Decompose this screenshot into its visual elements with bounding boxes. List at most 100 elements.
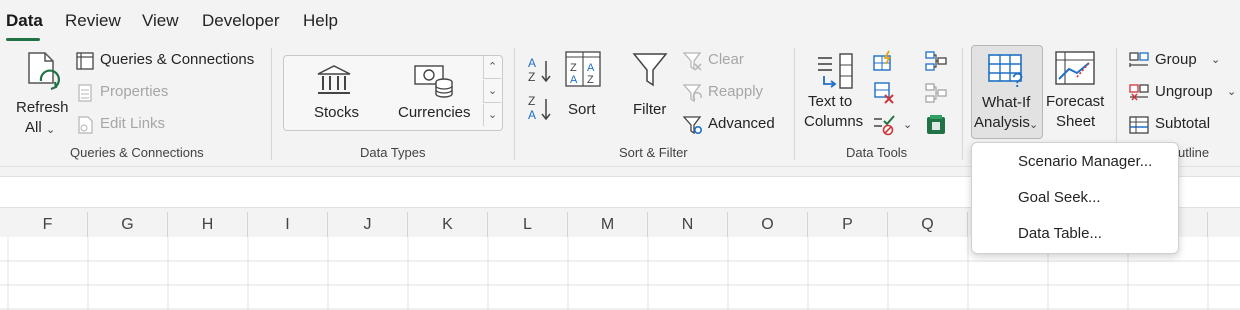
svg-text:A: A [570,74,578,86]
data-model-icon [927,115,945,134]
currencies-button[interactable]: Currencies [394,62,474,124]
reapply-button[interactable]: Reapply [683,83,773,105]
edit-links-button[interactable]: Edit Links [76,115,196,137]
consolidate-icon [925,51,947,71]
column-header-i[interactable]: I [248,212,328,237]
group-label-outline: utline [1178,145,1210,160]
group-separator [514,48,515,160]
clear-filter-icon [683,52,702,71]
forecast-label-1: Forecast [1046,93,1105,110]
relationships-button[interactable] [925,82,949,106]
filter-button[interactable]: Filter [628,50,672,120]
menu-item-goal-seek[interactable]: Goal Seek... [1018,189,1101,206]
column-header-k[interactable]: K [408,212,488,237]
tab-view[interactable]: View [142,11,179,31]
svg-text:Z: Z [528,94,535,108]
forecast-sheet-icon [1055,51,1095,85]
text-to-columns-icon [818,53,853,89]
subtotal-icon [1129,116,1149,134]
queries-connections-icon [76,52,94,70]
column-header-m[interactable]: M [568,212,648,237]
properties-label: Properties [100,83,169,100]
column-header-j[interactable]: J [328,212,408,237]
filter-label: Filter [633,101,667,118]
text-to-columns-label-2: Columns [804,113,864,130]
group-button[interactable]: Group ⌄ [1129,51,1229,73]
what-if-analysis-icon: ? [988,54,1023,90]
chevron-down-icon: ⌄ [903,119,913,131]
gallery-more-button[interactable]: ⌄ [483,104,501,126]
flash-fill-icon [873,50,891,71]
sort-ascending-icon: A Z [528,56,551,84]
tab-review[interactable]: Review [65,11,121,31]
relationships-icon [925,83,947,103]
group-separator [794,48,795,160]
chevron-down-icon: ⌄ [1029,119,1039,131]
stocks-label: Stocks [314,104,360,121]
group-label-sort-filter: Sort & Filter [619,145,688,160]
menu-item-scenario-manager[interactable]: Scenario Manager... [1018,153,1152,170]
chevron-down-icon: ⌄ [1227,86,1237,98]
stocks-button[interactable]: Stocks [302,62,368,124]
active-tab-indicator [6,38,40,41]
what-if-label-2: Analysis [974,114,1030,131]
data-validation-icon [874,115,895,136]
manage-data-model-button[interactable] [925,114,949,138]
edit-links-label: Edit Links [100,115,166,132]
group-icon [1129,52,1149,67]
data-types-gallery: Stocks Currencies ⌃ ⌄ ⌄ [283,55,503,131]
forecast-sheet-button[interactable]: Forecast Sheet [1044,45,1106,137]
stocks-icon [317,65,351,94]
column-header-l[interactable]: L [488,212,568,237]
advanced-button[interactable]: Advanced [683,115,783,137]
subtotal-label: Subtotal [1155,115,1211,132]
svg-text:Z: Z [570,62,577,74]
reapply-label: Reapply [708,83,764,100]
text-to-columns-label-1: Text to [808,93,853,110]
column-header-h[interactable]: H [168,212,248,237]
chevron-down-icon: ⌄ [1211,54,1221,66]
refresh-all-label: All [25,119,42,136]
group-label: Group [1155,51,1197,68]
refresh-icon [28,52,60,91]
column-header-o[interactable]: O [728,212,808,237]
queries-connections-button[interactable]: Queries & Connections [76,51,256,73]
refresh-all-button[interactable]: Refresh All ⌄ [10,47,70,137]
reapply-icon [683,84,702,103]
data-validation-button[interactable]: ⌄ [873,114,913,138]
ungroup-button[interactable]: Ungroup ⌄ [1129,83,1239,105]
queries-connections-label: Queries & Connections [100,51,255,68]
remove-duplicates-icon [874,82,894,104]
column-header-q[interactable]: Q [888,212,968,237]
flash-fill-button[interactable] [873,50,897,74]
column-header-g[interactable]: G [88,212,168,237]
column-header-p[interactable]: P [808,212,888,237]
edit-links-icon [78,116,93,134]
refresh-label: Refresh [16,99,69,116]
svg-text:A: A [528,56,536,70]
what-if-analysis-button[interactable]: ? What-If Analysis ⌄ [971,45,1043,139]
properties-button[interactable]: Properties [76,83,196,105]
column-header-n[interactable]: N [648,212,728,237]
sort-a-to-z-button[interactable]: A Z [526,55,554,85]
what-if-label-1: What-If [982,94,1031,111]
tab-data[interactable]: Data [6,11,43,31]
menu-item-data-table[interactable]: Data Table... [1018,225,1102,242]
gallery-scroll-up[interactable]: ⌃ [483,56,501,79]
properties-icon [78,84,92,102]
what-if-analysis-menu: Scenario Manager... Goal Seek... Data Ta… [971,142,1179,254]
advanced-label: Advanced [708,115,775,132]
filter-icon [632,53,668,87]
sort-z-to-a-button[interactable]: Z A [526,93,554,123]
clear-button[interactable]: Clear [683,51,763,73]
consolidate-button[interactable] [925,50,949,74]
tab-help[interactable]: Help [303,11,338,31]
gallery-scroll-down[interactable]: ⌄ [483,80,501,103]
text-to-columns-button[interactable]: Text to Columns [804,50,866,134]
group-label-queries: Queries & Connections [70,145,204,160]
sort-button[interactable]: Z A A Z Sort [562,50,604,120]
tab-developer[interactable]: Developer [202,11,280,31]
remove-duplicates-button[interactable] [873,82,897,106]
column-header-f[interactable]: F [8,212,88,237]
subtotal-button[interactable]: Subtotal [1129,115,1229,137]
